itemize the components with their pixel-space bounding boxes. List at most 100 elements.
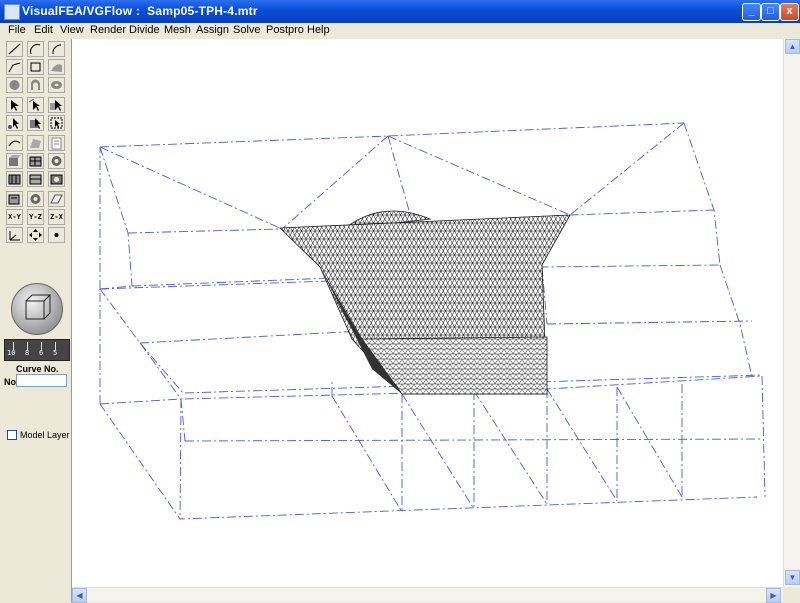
view-b-button[interactable]	[27, 191, 44, 207]
torus-icon	[51, 81, 62, 89]
rectangle-tool-button[interactable]	[27, 59, 44, 75]
title-bar[interactable]: VisualFEA/VGFlow : Samp05-TPH-4.mtr _ □ …	[0, 0, 800, 23]
view-xy-button[interactable]: X-Y	[6, 209, 23, 225]
sphere-icon	[9, 80, 20, 90]
curve-number-input[interactable]	[16, 374, 67, 387]
menu-divide[interactable]: Divide	[129, 24, 160, 36]
axis-view-button[interactable]	[6, 227, 23, 243]
curve-number-label: Curve No.	[16, 364, 59, 374]
solid-mesh-icon	[9, 155, 21, 166]
block-refine-button[interactable]	[48, 171, 65, 187]
polyline-icon	[8, 62, 21, 73]
arc-tool-button[interactable]	[27, 41, 44, 57]
solid-gear-icon	[51, 156, 62, 166]
arch-icon	[31, 79, 40, 90]
surface-icon	[51, 64, 62, 72]
center-dot-icon	[54, 233, 59, 237]
ruler-number: 8	[25, 349, 30, 357]
menu-edit[interactable]: Edit	[34, 24, 53, 36]
model-layer-checkbox[interactable]	[7, 430, 17, 440]
scroll-down-button[interactable]: ▼	[785, 570, 800, 585]
ruler-number: 5	[53, 349, 58, 357]
menu-bar: File Edit View Render Divide Mesh Assign…	[0, 23, 800, 39]
select-node-button[interactable]	[6, 115, 23, 131]
menu-help[interactable]: Help	[307, 24, 330, 36]
menu-solve[interactable]: Solve	[233, 24, 261, 36]
center-button[interactable]	[48, 227, 65, 243]
solid-mesh-a-button[interactable]	[6, 153, 23, 169]
horizontal-scrollbar[interactable]: ◀ ▶	[72, 587, 783, 603]
torus-tool-button[interactable]	[48, 77, 65, 93]
zoom-ruler[interactable]: 10 8 6 5	[4, 339, 70, 361]
select-face-button[interactable]	[48, 97, 65, 113]
view-yz-label: Y-Z	[29, 213, 42, 221]
select-box-button[interactable]	[48, 115, 65, 131]
surface-mesh-button[interactable]	[27, 135, 44, 151]
view-zx-label: Z-X	[50, 213, 63, 221]
view-c-button[interactable]	[48, 191, 65, 207]
view-yz-button[interactable]: Y-Z	[27, 209, 44, 225]
document-button[interactable]	[48, 135, 65, 151]
solid-mesh-b-button[interactable]	[27, 153, 44, 169]
scroll-up-button[interactable]: ▲	[785, 39, 800, 54]
menu-view[interactable]: View	[60, 24, 84, 36]
arc-icon	[30, 44, 41, 55]
scroll-corner	[783, 587, 800, 602]
arc3-tool-button[interactable]	[48, 41, 65, 57]
line-tool-button[interactable]	[6, 41, 23, 57]
minimize-button[interactable]: _	[742, 3, 761, 21]
ruler-number: 10	[7, 349, 16, 357]
sphere-tool-button[interactable]	[6, 77, 23, 93]
axis-icon	[9, 231, 20, 241]
cube-icon	[25, 294, 52, 320]
view-box-icon	[8, 194, 20, 205]
arc3-icon	[52, 44, 62, 55]
menu-mesh[interactable]: Mesh	[164, 24, 191, 36]
rectangle-icon	[30, 62, 41, 72]
scroll-left-button[interactable]: ◀	[72, 588, 87, 603]
surface-tool-button[interactable]	[48, 59, 65, 75]
cursor-box-icon	[50, 117, 63, 129]
polyline-tool-button[interactable]	[6, 59, 23, 75]
solid-mesh-c-button[interactable]	[48, 153, 65, 169]
view-plane-icon	[50, 194, 63, 204]
cursor-icon	[11, 100, 19, 111]
app-icon[interactable]	[4, 4, 20, 20]
curve-mesh-button[interactable]	[6, 135, 23, 151]
block-mesh-button[interactable]	[6, 171, 23, 187]
select-tool-button[interactable]	[6, 97, 23, 113]
menu-postpro[interactable]: Postpro	[266, 24, 304, 36]
view-rotation-sphere[interactable]	[11, 283, 63, 335]
menu-assign[interactable]: Assign	[196, 24, 229, 36]
line-icon	[8, 43, 21, 55]
view-a-button[interactable]	[6, 191, 23, 207]
model-drawing	[99, 122, 766, 520]
pan-button[interactable]	[27, 227, 44, 243]
close-button[interactable]: x	[780, 3, 799, 21]
menu-file[interactable]: File	[8, 24, 26, 36]
view-gear-icon	[30, 194, 41, 204]
cursor-node-icon	[8, 118, 19, 129]
solid-grid-icon	[29, 156, 42, 167]
mesh-surface	[279, 210, 571, 395]
menu-render[interactable]: Render	[90, 24, 126, 36]
view-xy-label: X-Y	[8, 213, 21, 221]
select-edge-button[interactable]	[27, 97, 44, 113]
select-solid-button[interactable]	[27, 115, 44, 131]
scroll-right-button[interactable]: ▶	[766, 588, 781, 603]
cursor-edge-icon	[28, 98, 40, 111]
model-layer-label: Model Layer	[20, 430, 70, 440]
ruler-number: 6	[39, 349, 44, 357]
maximize-button[interactable]: □	[761, 3, 780, 21]
pan-arrows-icon	[29, 229, 42, 241]
surface-mesh-icon	[30, 139, 41, 148]
block-grid-button[interactable]	[27, 171, 44, 187]
view-zx-button[interactable]: Z-X	[48, 209, 65, 225]
document-icon	[51, 137, 62, 150]
cursor-solid-icon	[30, 118, 41, 129]
arch-tool-button[interactable]	[27, 77, 44, 93]
vertical-scrollbar[interactable]: ▲ ▼	[783, 39, 800, 587]
block-icon	[8, 174, 21, 185]
model-viewport[interactable]	[72, 39, 783, 587]
block-refine-icon	[50, 174, 63, 185]
